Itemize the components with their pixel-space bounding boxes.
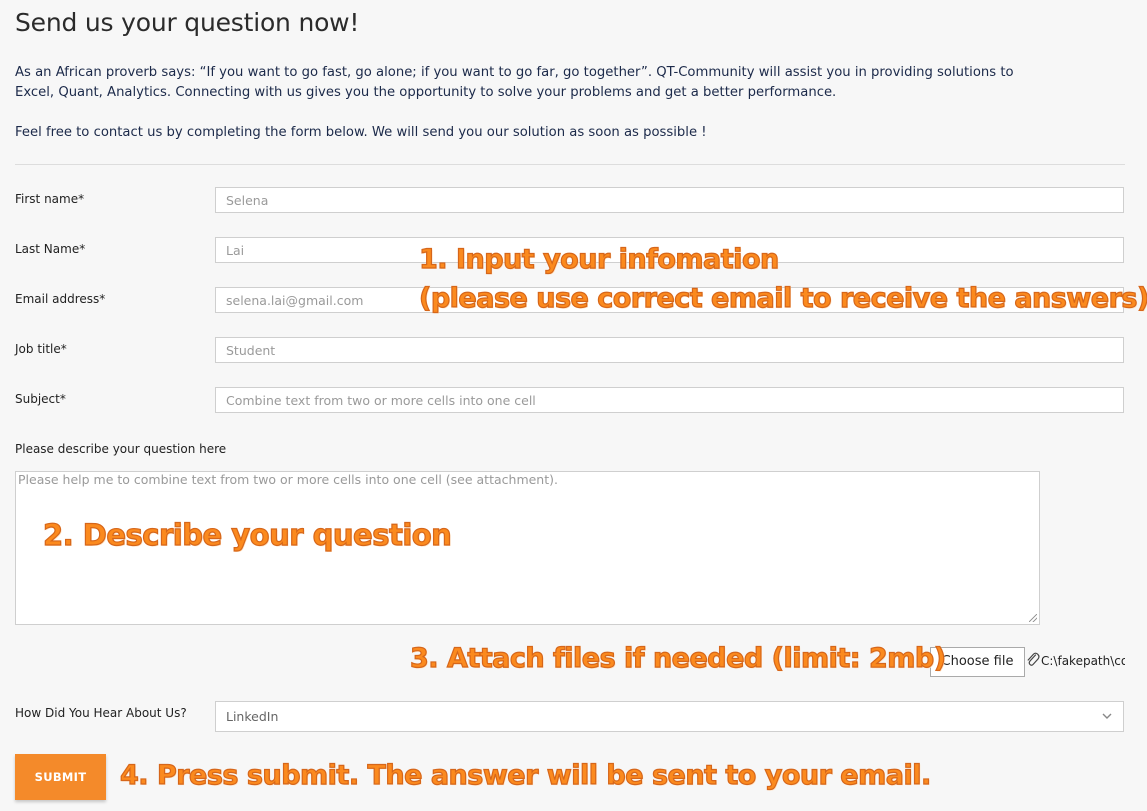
hear-about-value: LinkedIn <box>226 709 279 724</box>
description-value: Please help me to combine text from two … <box>18 472 558 487</box>
description-label: Please describe your question here <box>15 442 227 456</box>
file-path: C:\fakepath\combine-text.xlsx <box>1041 654 1125 668</box>
email-label: Email address* <box>15 292 106 306</box>
annotation-step2: 2. Describe your question <box>42 517 452 552</box>
hear-about-label: How Did You Hear About Us? <box>15 706 187 720</box>
submit-button[interactable]: SUBMIT <box>15 754 106 800</box>
divider <box>15 164 1125 165</box>
paperclip-icon <box>1027 652 1040 666</box>
resize-grip-icon[interactable] <box>1029 614 1037 622</box>
job-title-label: Job title* <box>15 342 67 356</box>
first-name-label: First name* <box>15 192 85 206</box>
annotation-step1-note: (please use correct email to receive the… <box>418 282 1147 314</box>
subject-label: Subject* <box>15 392 66 406</box>
annotation-step1: 1. Input your infomation <box>418 243 779 275</box>
chevron-down-icon <box>1102 713 1112 719</box>
intro-text: As an African proverb says: “If you want… <box>15 65 1014 100</box>
first-name-input[interactable]: Selena <box>215 187 1124 213</box>
last-name-label: Last Name* <box>15 242 86 256</box>
contact-text: Feel free to contact us by completing th… <box>15 125 707 140</box>
annotation-step4: 4. Press submit. The answer will be sent… <box>119 759 931 791</box>
page-title: Send us your question now! <box>15 8 360 37</box>
job-title-input[interactable]: Student <box>215 337 1124 363</box>
annotation-step3: 3. Attach files if needed (limit: 2mb) <box>409 642 946 674</box>
subject-input[interactable]: Combine text from two or more cells into… <box>215 387 1124 413</box>
hear-about-select[interactable]: LinkedIn <box>215 701 1124 732</box>
